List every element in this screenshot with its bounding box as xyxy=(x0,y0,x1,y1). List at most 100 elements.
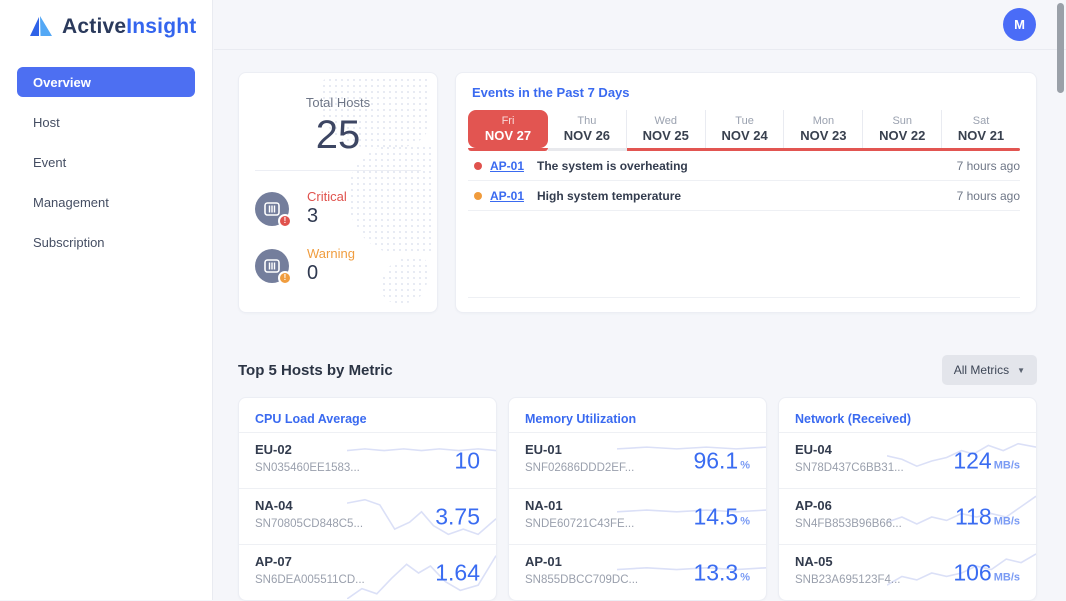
tab-day-label: Tue xyxy=(735,115,754,127)
metric-value-unit: % xyxy=(740,459,750,471)
metric-value-unit: MB/s xyxy=(993,515,1020,527)
tab-date-label: NOV 22 xyxy=(879,128,926,143)
event-host-link[interactable]: AP-01 xyxy=(490,189,524,203)
host-name: EU-01 xyxy=(525,442,562,457)
metric-value-number: 13.3 xyxy=(693,559,739,585)
event-row[interactable]: AP-01 High system temperature 7 hours ago xyxy=(468,181,1020,211)
metric-value-number: 10 xyxy=(454,447,480,473)
metric-value: 3.75 xyxy=(435,503,480,530)
day-tab-wed[interactable]: Wed NOV 25 xyxy=(625,110,705,148)
warning-value: 0 xyxy=(307,262,319,284)
host-name: AP-01 xyxy=(525,554,562,569)
metric-value-number: 14.5 xyxy=(693,503,739,529)
metric-value: 118 MB/s xyxy=(955,503,1020,530)
host-serial: SNDE60721C43FE... xyxy=(525,518,635,530)
user-avatar[interactable]: M xyxy=(1003,8,1036,41)
metric-card: Memory Utilization EU-01 SNF02686DDD2EF...… xyxy=(508,397,767,601)
tab-date-label: NOV 26 xyxy=(563,128,611,143)
top-bar: M xyxy=(214,0,1066,50)
events-title: Events in the Past 7 Days xyxy=(472,85,630,100)
day-tabs: Fri NOV 27 Thu NOV 26 Wed NOV 25 Tue NOV 24 Mon N… xyxy=(468,110,1020,148)
metric-value-number: 106 xyxy=(953,559,992,585)
chevron-down-icon: ▼ xyxy=(1017,365,1025,375)
sidebar: ActiveInsight Overview Host Event Managemen… xyxy=(0,0,213,600)
metric-host-row[interactable]: AP-06 SN4FB853B96B66... 118 MB/s xyxy=(779,488,1036,544)
metric-value-number: 118 xyxy=(955,503,992,529)
host-serial: SN6DEA005511CD... xyxy=(255,574,365,586)
sidebar-item-management[interactable]: Management xyxy=(17,187,195,217)
day-tab-sun[interactable]: Sun NOV 22 xyxy=(862,110,941,148)
event-list: AP-01 The system is overheating 7 hours ag… xyxy=(468,151,1020,211)
day-tab-fri[interactable]: Fri NOV 27 xyxy=(468,110,548,148)
event-host-link[interactable]: AP-01 xyxy=(490,159,524,173)
tab-day-label: Sun xyxy=(892,115,913,127)
sidebar-item-overview[interactable]: Overview xyxy=(17,67,195,97)
host-name: EU-04 xyxy=(795,442,832,457)
metric-host-row[interactable]: EU-02 SN035460EE1583... 10 xyxy=(239,432,496,488)
tab-day-label: Fri xyxy=(501,115,515,127)
metric-card: Network (Received) EU-04 SN78D437C6BB31...… xyxy=(778,397,1037,601)
warning-badge-icon: ! xyxy=(278,270,292,285)
host-name: AP-06 xyxy=(795,498,832,513)
total-hosts-value: 25 xyxy=(315,113,361,157)
metric-host-row[interactable]: NA-05 SNB23A695123F4... 106 MB/s xyxy=(779,544,1036,600)
sidebar-item-host[interactable]: Host xyxy=(17,107,195,137)
host-serial: SN4FB853B96B66... xyxy=(795,518,902,530)
metric-card: CPU Load Average EU-02 SN035460EE1583... 10… xyxy=(238,397,497,601)
logo-triangle-icon xyxy=(30,16,52,36)
sidebar-item-subscription[interactable]: Subscription xyxy=(17,227,195,257)
warning-stat-row[interactable]: ! Warning 0 xyxy=(255,246,421,285)
metric-value-unit: % xyxy=(740,571,750,583)
metric-host-row[interactable]: EU-01 SNF02686DDD2EF... 96.1% xyxy=(509,432,766,488)
severity-dot-icon xyxy=(474,161,482,170)
metric-host-row[interactable]: NA-04 SN70805CD848C5... 3.75 xyxy=(239,488,496,544)
sidebar-item-event[interactable]: Event xyxy=(17,147,195,177)
host-name: NA-01 xyxy=(525,498,563,513)
metric-host-row[interactable]: AP-07 SN6DEA005511CD... 1.64 xyxy=(239,544,496,600)
page-content: Total Hosts 25 ! Critical 3 ! Warning 0 … xyxy=(214,50,1066,601)
metric-value-number: 1.64 xyxy=(435,559,480,585)
metric-value: 106 MB/s xyxy=(953,559,1020,586)
app-title: ActiveInsight xyxy=(62,15,196,39)
server-warning-icon: ! xyxy=(255,248,292,285)
metric-value: 14.5% xyxy=(693,503,750,530)
app-logo: ActiveInsight xyxy=(0,0,212,39)
metrics-section-title: Top 5 Hosts by Metric xyxy=(238,361,393,379)
metric-value: 13.3% xyxy=(693,559,750,586)
brand-insight: Insight xyxy=(126,15,197,38)
host-serial: SN70805CD848C5... xyxy=(255,518,364,530)
warning-label: Warning xyxy=(307,246,355,261)
event-row[interactable]: AP-01 The system is overheating 7 hours ag… xyxy=(468,151,1020,181)
day-tab-thu[interactable]: Thu NOV 26 xyxy=(548,110,626,148)
metric-value-unit: MB/s xyxy=(993,459,1020,471)
host-serial: SNF02686DDD2EF... xyxy=(525,462,635,474)
metric-host-row[interactable]: AP-01 SN855DBCC709DC... 13.3% xyxy=(509,544,766,600)
tab-day-label: Sat xyxy=(972,115,990,127)
event-time: 7 hours ago xyxy=(956,188,1020,203)
metric-value-number: 124 xyxy=(953,447,992,473)
host-serial: SN855DBCC709DC... xyxy=(525,574,639,586)
vertical-scrollbar[interactable] xyxy=(1057,3,1064,93)
day-tab-mon[interactable]: Mon NOV 23 xyxy=(783,110,862,148)
critical-label: Critical xyxy=(307,189,347,204)
metric-value: 96.1% xyxy=(693,447,750,474)
all-metrics-label: All Metrics xyxy=(953,363,1010,377)
server-critical-icon: ! xyxy=(255,191,292,228)
total-hosts-label: Total Hosts xyxy=(305,95,371,110)
day-tab-tue[interactable]: Tue NOV 24 xyxy=(704,110,784,148)
day-tab-sat[interactable]: Sat NOV 21 xyxy=(941,110,1020,148)
critical-badge-icon: ! xyxy=(278,213,292,228)
tab-date-label: NOV 27 xyxy=(484,128,532,143)
brand-active: Active xyxy=(62,15,127,38)
host-name: EU-02 xyxy=(255,442,292,457)
metric-value: 10 xyxy=(454,447,480,474)
critical-value: 3 xyxy=(307,205,319,227)
critical-stat-row[interactable]: ! Critical 3 xyxy=(255,189,421,228)
metric-cards-row: CPU Load Average EU-02 SN035460EE1583... 10… xyxy=(238,397,1037,601)
all-metrics-dropdown[interactable]: All Metrics ▼ xyxy=(941,355,1037,385)
metric-value-unit: MB/s xyxy=(993,571,1020,583)
metric-host-row[interactable]: EU-04 SN78D437C6BB31... 124 MB/s xyxy=(779,432,1036,488)
metric-value-unit: % xyxy=(740,515,750,527)
metric-value-number: 96.1 xyxy=(693,447,739,473)
metric-host-row[interactable]: NA-01 SNDE60721C43FE... 14.5% xyxy=(509,488,766,544)
